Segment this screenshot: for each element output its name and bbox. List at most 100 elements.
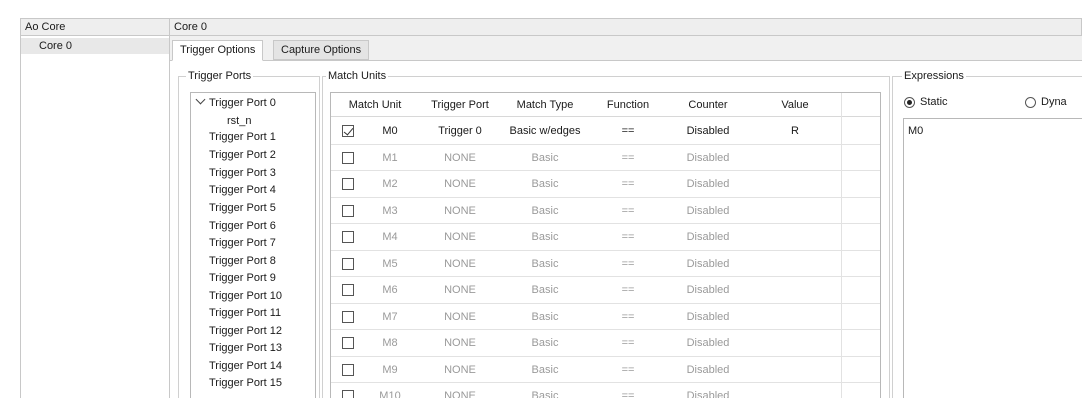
- function-cell[interactable]: ==: [589, 118, 667, 144]
- dynamic-radio-label[interactable]: Dyna: [1041, 95, 1067, 109]
- match-unit-cell[interactable]: M10: [361, 383, 419, 398]
- trigger-port-cell[interactable]: NONE: [419, 145, 501, 171]
- match-type-cell[interactable]: Basic: [501, 304, 589, 330]
- column-header-value[interactable]: Value: [749, 93, 841, 117]
- column-header-match-unit[interactable]: Match Unit: [331, 93, 419, 117]
- function-cell[interactable]: ==: [589, 224, 667, 250]
- match-unit-checkbox[interactable]: [342, 151, 354, 164]
- table-row[interactable]: M6 NONE Basic == Disabled: [331, 277, 880, 304]
- function-cell[interactable]: ==: [589, 330, 667, 356]
- trigger-port-item[interactable]: Trigger Port 6: [209, 219, 276, 233]
- trigger-port-cell[interactable]: Trigger 0: [419, 118, 501, 144]
- function-cell[interactable]: ==: [589, 145, 667, 171]
- table-row[interactable]: M1 NONE Basic == Disabled: [331, 145, 880, 171]
- function-cell[interactable]: ==: [589, 357, 667, 383]
- trigger-signal-item[interactable]: rst_n: [227, 114, 251, 128]
- counter-cell[interactable]: Disabled: [667, 304, 749, 330]
- trigger-port-item[interactable]: Trigger Port 1: [209, 130, 276, 144]
- column-header-function[interactable]: Function: [589, 93, 667, 117]
- match-unit-cell[interactable]: M5: [361, 251, 419, 277]
- trigger-port-item[interactable]: Trigger Port 15: [209, 376, 282, 390]
- match-unit-cell[interactable]: M7: [361, 304, 419, 330]
- column-header-trigger-port[interactable]: Trigger Port: [419, 93, 501, 117]
- trigger-port-item[interactable]: Trigger Port 14: [209, 359, 282, 373]
- match-unit-checkbox[interactable]: [342, 337, 354, 349]
- counter-cell[interactable]: Disabled: [667, 251, 749, 277]
- match-unit-checkbox[interactable]: [342, 125, 354, 137]
- match-unit-checkbox[interactable]: [342, 204, 354, 217]
- counter-cell[interactable]: Disabled: [667, 277, 749, 303]
- value-cell[interactable]: R: [749, 118, 841, 144]
- counter-cell[interactable]: Disabled: [667, 145, 749, 171]
- counter-cell[interactable]: Disabled: [667, 357, 749, 383]
- table-row[interactable]: M10 NONE Basic == Disabled: [331, 383, 880, 398]
- expression-editor[interactable]: M0: [903, 118, 1082, 398]
- match-type-cell[interactable]: Basic: [501, 357, 589, 383]
- match-unit-cell[interactable]: M2: [361, 171, 419, 197]
- match-unit-cell[interactable]: M4: [361, 224, 419, 250]
- core-tree-item-core-0[interactable]: Core 0: [21, 38, 169, 54]
- trigger-port-item[interactable]: Trigger Port 2: [209, 148, 276, 162]
- column-header-counter[interactable]: Counter: [667, 93, 749, 117]
- counter-cell[interactable]: Disabled: [667, 330, 749, 356]
- match-type-cell[interactable]: Basic: [501, 251, 589, 277]
- tab-trigger-options[interactable]: Trigger Options: [172, 40, 264, 61]
- trigger-port-item[interactable]: Trigger Port 0: [209, 96, 276, 110]
- match-unit-cell[interactable]: M1: [361, 145, 419, 171]
- function-cell[interactable]: ==: [589, 277, 667, 303]
- counter-cell[interactable]: Disabled: [667, 198, 749, 224]
- dynamic-radio[interactable]: [1025, 97, 1036, 108]
- trigger-port-item[interactable]: Trigger Port 11: [209, 306, 281, 320]
- trigger-port-cell[interactable]: NONE: [419, 277, 501, 303]
- table-row[interactable]: M8 NONE Basic == Disabled: [331, 330, 880, 357]
- table-row[interactable]: M3 NONE Basic == Disabled: [331, 198, 880, 224]
- match-type-cell[interactable]: Basic: [501, 145, 589, 171]
- trigger-port-cell[interactable]: NONE: [419, 304, 501, 330]
- counter-cell[interactable]: Disabled: [667, 383, 749, 398]
- chevron-down-icon[interactable]: [195, 94, 206, 105]
- match-unit-cell[interactable]: M9: [361, 357, 419, 383]
- counter-cell[interactable]: Disabled: [667, 171, 749, 197]
- table-row[interactable]: M5 NONE Basic == Disabled: [331, 251, 880, 277]
- match-type-cell[interactable]: Basic: [501, 198, 589, 224]
- match-unit-cell[interactable]: M3: [361, 198, 419, 224]
- table-row[interactable]: M2 NONE Basic == Disabled: [331, 171, 880, 198]
- column-header-match-type[interactable]: Match Type: [501, 93, 589, 117]
- match-type-cell[interactable]: Basic: [501, 224, 589, 250]
- match-unit-checkbox[interactable]: [342, 257, 354, 270]
- match-unit-cell[interactable]: M6: [361, 277, 419, 303]
- trigger-port-cell[interactable]: NONE: [419, 171, 501, 197]
- trigger-port-item[interactable]: Trigger Port 3: [209, 166, 276, 180]
- function-cell[interactable]: ==: [589, 198, 667, 224]
- trigger-port-cell[interactable]: NONE: [419, 224, 501, 250]
- counter-cell[interactable]: Disabled: [667, 224, 749, 250]
- match-unit-checkbox[interactable]: [342, 310, 354, 323]
- table-row[interactable]: M0 Trigger 0 Basic w/edges == Disabled R: [331, 118, 880, 145]
- function-cell[interactable]: ==: [589, 171, 667, 197]
- trigger-port-item[interactable]: Trigger Port 13: [209, 341, 282, 355]
- table-row[interactable]: M7 NONE Basic == Disabled: [331, 304, 880, 330]
- trigger-port-item[interactable]: Trigger Port 12: [209, 324, 282, 338]
- trigger-port-cell[interactable]: NONE: [419, 330, 501, 356]
- table-row[interactable]: M9 NONE Basic == Disabled: [331, 357, 880, 383]
- table-row[interactable]: M4 NONE Basic == Disabled: [331, 224, 880, 251]
- match-unit-checkbox[interactable]: [342, 178, 354, 190]
- function-cell[interactable]: ==: [589, 383, 667, 398]
- trigger-port-item[interactable]: Trigger Port 9: [209, 271, 276, 285]
- trigger-port-cell[interactable]: NONE: [419, 251, 501, 277]
- match-unit-cell[interactable]: M8: [361, 330, 419, 356]
- match-unit-checkbox[interactable]: [342, 284, 354, 296]
- match-type-cell[interactable]: Basic: [501, 171, 589, 197]
- match-type-cell[interactable]: Basic: [501, 383, 589, 398]
- trigger-port-cell[interactable]: NONE: [419, 383, 501, 398]
- trigger-port-item[interactable]: Trigger Port 4: [209, 183, 276, 197]
- trigger-port-item[interactable]: Trigger Port 10: [209, 289, 282, 303]
- counter-cell[interactable]: Disabled: [667, 118, 749, 144]
- function-cell[interactable]: ==: [589, 251, 667, 277]
- match-type-cell[interactable]: Basic: [501, 277, 589, 303]
- trigger-port-cell[interactable]: NONE: [419, 198, 501, 224]
- trigger-port-item[interactable]: Trigger Port 8: [209, 254, 276, 268]
- static-radio-label[interactable]: Static: [920, 95, 948, 109]
- match-unit-cell[interactable]: M0: [361, 118, 419, 144]
- trigger-port-item[interactable]: Trigger Port 5: [209, 201, 276, 215]
